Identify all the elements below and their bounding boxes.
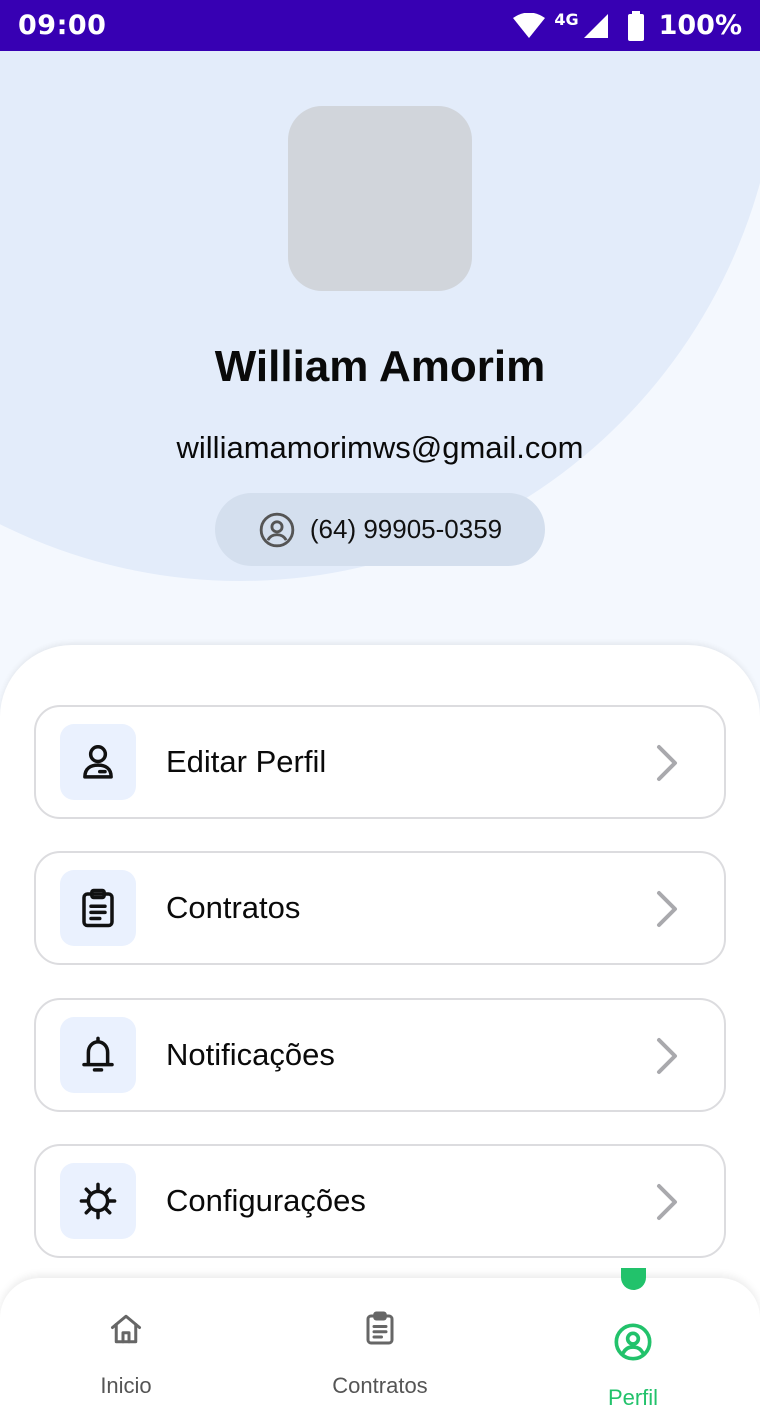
chevron-right-icon <box>657 1184 677 1220</box>
status-icons: 4G 100% <box>512 10 742 41</box>
nav-label-active: Perfil <box>607 1385 659 1410</box>
profile-name: William Amorim <box>214 342 546 391</box>
bell-icon <box>82 1036 114 1072</box>
menu-item-label: Editar Perfil <box>166 744 327 779</box>
network-type: 4G <box>554 10 579 29</box>
status-time: 09:00 <box>18 10 107 41</box>
user-circle-icon <box>259 512 295 547</box>
menu-item-label: Notificações <box>166 1037 335 1072</box>
menu-icon-container <box>60 724 136 800</box>
menu-item-configuracoes[interactable]: Configurações <box>34 1144 726 1258</box>
chevron-right-icon <box>657 745 677 781</box>
nav-item-inicio[interactable]: Inicio <box>26 1278 226 1425</box>
clipboard-icon <box>366 1311 394 1345</box>
user-icon <box>83 745 113 779</box>
nav-label: Contratos <box>332 1373 428 1398</box>
menu-icon-container <box>60 1017 136 1093</box>
nav-item-contratos[interactable]: Contratos <box>280 1278 480 1425</box>
status-bar: 09:00 4G 100% <box>0 0 760 51</box>
chevron-right-icon <box>657 1038 677 1074</box>
menu-item-contratos[interactable]: Contratos <box>34 851 726 965</box>
chevron-right-icon <box>657 891 677 927</box>
clipboard-icon <box>82 888 114 928</box>
bottom-navigation: Inicio Contratos Perfil <box>0 1278 760 1425</box>
nav-item-perfil[interactable]: Perfil <box>533 1278 733 1425</box>
user-circle-icon <box>614 1323 652 1361</box>
avatar[interactable] <box>288 106 472 291</box>
profile-email: williamamorimws@gmail.com <box>176 430 584 465</box>
nav-label: Inicio <box>100 1373 152 1398</box>
phone-badge: (64) 99905-0359 <box>215 493 545 566</box>
menu-item-label: Contratos <box>166 890 301 925</box>
menu-item-notificacoes[interactable]: Notificações <box>34 998 726 1112</box>
home-icon <box>111 1314 141 1344</box>
signal-icon <box>583 13 608 38</box>
battery-icon <box>627 10 644 41</box>
menu-icon-container <box>60 1163 136 1239</box>
profile-phone: (64) 99905-0359 <box>309 514 503 544</box>
menu-item-editar-perfil[interactable]: Editar Perfil <box>34 705 726 819</box>
menu-icon-container <box>60 870 136 946</box>
menu-item-label: Configurações <box>166 1183 366 1218</box>
battery-percent: 100% <box>658 10 742 41</box>
wifi-icon <box>513 12 546 38</box>
gear-icon <box>79 1182 117 1220</box>
